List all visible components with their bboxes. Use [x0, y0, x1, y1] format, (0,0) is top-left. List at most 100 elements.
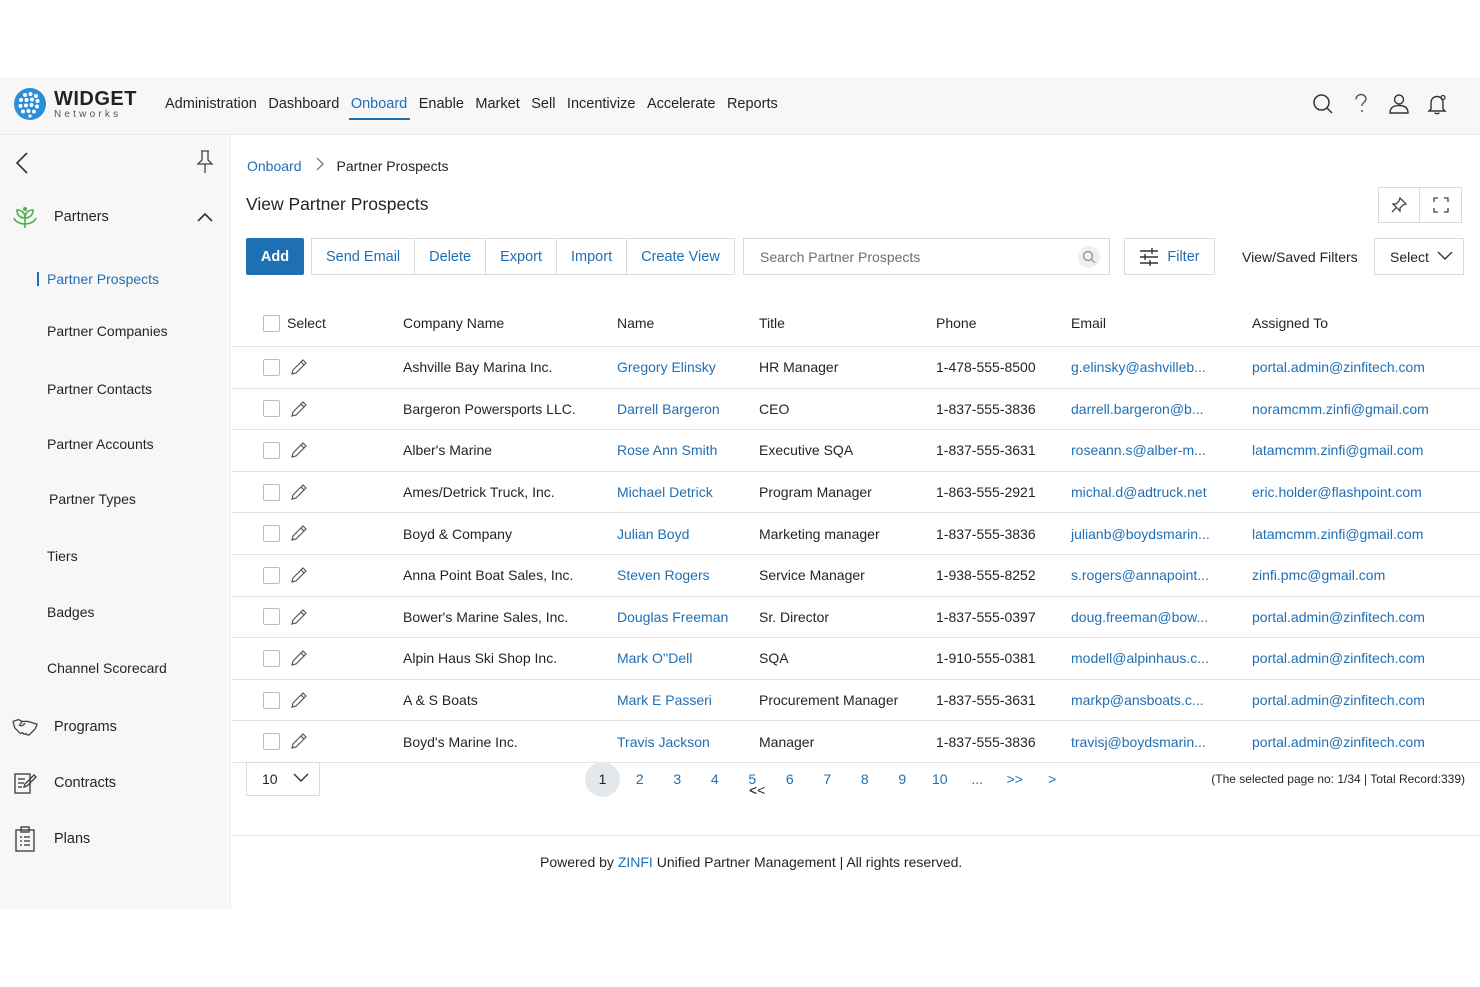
email-link[interactable]: travisj@boydsmarin...	[1071, 734, 1206, 750]
edit-pencil-icon[interactable]	[290, 649, 308, 670]
assigned-to-link[interactable]: latamcmm.zinfi@gmail.com	[1252, 442, 1423, 458]
assigned-to-link[interactable]: portal.admin@zinfitech.com	[1252, 650, 1425, 666]
sidebar-group-contracts[interactable]: Contracts	[12, 770, 116, 796]
fullscreen-button[interactable]	[1420, 187, 1462, 223]
email-link[interactable]: doug.freeman@bow...	[1071, 609, 1208, 625]
contact-name-link[interactable]: Rose Ann Smith	[617, 442, 717, 458]
sidebar-item-partner-contacts[interactable]: Partner Contacts	[47, 381, 152, 397]
header-name[interactable]: Name	[617, 315, 654, 331]
breadcrumb-onboard[interactable]: Onboard	[247, 158, 301, 174]
first-page-link[interactable]: <<	[749, 761, 787, 819]
header-phone[interactable]: Phone	[936, 315, 976, 331]
nav-onboard[interactable]: Onboard	[348, 77, 411, 135]
row-checkbox[interactable]	[263, 483, 280, 501]
row-checkbox[interactable]	[263, 733, 280, 751]
export-button[interactable]: Export	[486, 239, 557, 274]
bell-icon[interactable]	[1424, 91, 1450, 117]
assigned-to-link[interactable]: zinfi.pmc@gmail.com	[1252, 567, 1385, 583]
row-checkbox[interactable]	[263, 691, 280, 709]
edit-pencil-icon[interactable]	[290, 441, 308, 462]
sidebar-item-partner-types[interactable]: Partner Types	[49, 491, 136, 507]
row-checkbox[interactable]	[263, 649, 280, 667]
footer-brand-link[interactable]: ZINFI	[618, 854, 653, 870]
sidebar-item-badges[interactable]: Badges	[47, 604, 94, 620]
sidebar-item-partner-companies[interactable]: Partner Companies	[47, 323, 168, 339]
create-view-button[interactable]: Create View	[627, 239, 734, 274]
header-assigned-to[interactable]: Assigned To	[1252, 315, 1328, 331]
row-checkbox[interactable]	[263, 441, 280, 459]
pin-view-button[interactable]	[1378, 187, 1420, 223]
edit-pencil-icon[interactable]	[290, 483, 308, 504]
sidebar-item-channel-scorecard[interactable]: Channel Scorecard	[47, 660, 167, 676]
row-checkbox[interactable]	[263, 358, 280, 376]
assigned-to-link[interactable]: noramcmm.zinfi@gmail.com	[1252, 401, 1429, 417]
collapse-sidebar-chevron-icon[interactable]	[14, 151, 30, 180]
contact-name-link[interactable]: Mark O''Dell	[617, 650, 692, 666]
help-icon[interactable]	[1348, 91, 1374, 117]
email-link[interactable]: darrell.bargeron@b...	[1071, 401, 1204, 417]
delete-button[interactable]: Delete	[415, 239, 487, 274]
assigned-to-link[interactable]: portal.admin@zinfitech.com	[1252, 359, 1425, 375]
edit-pencil-icon[interactable]	[290, 608, 308, 629]
contact-name-link[interactable]: Travis Jackson	[617, 734, 710, 750]
saved-filters-select[interactable]: Select	[1374, 238, 1464, 275]
email-link[interactable]: julianb@boydsmarin...	[1071, 526, 1210, 542]
sidebar-group-programs[interactable]: Programs	[12, 714, 117, 740]
nav-sell[interactable]: Sell	[531, 77, 555, 135]
search-input[interactable]	[744, 239, 1064, 274]
sidebar-item-tiers[interactable]: Tiers	[47, 548, 78, 564]
add-button[interactable]: Add	[246, 238, 304, 275]
sidebar-item-partner-prospects[interactable]: Partner Prospects	[36, 271, 159, 287]
nav-market[interactable]: Market	[475, 77, 519, 135]
logo[interactable]: WIDGET Networks	[14, 88, 137, 120]
contact-name-link[interactable]: Darrell Bargeron	[617, 401, 720, 417]
page-link-1[interactable]: 1	[585, 761, 620, 797]
email-link[interactable]: roseann.s@alber-m...	[1071, 442, 1206, 458]
edit-pencil-icon[interactable]	[290, 524, 308, 545]
nav-administration[interactable]: Administration	[165, 77, 257, 135]
sidebar-item-partner-accounts[interactable]: Partner Accounts	[47, 436, 154, 452]
pin-icon[interactable]	[195, 149, 215, 180]
assigned-to-link[interactable]: portal.admin@zinfitech.com	[1252, 734, 1425, 750]
per-page-select[interactable]: 10	[246, 762, 320, 796]
page-link-3[interactable]: 3	[659, 771, 697, 787]
search-icon[interactable]	[1310, 91, 1336, 117]
nav-accelerate[interactable]: Accelerate	[647, 77, 716, 135]
edit-pencil-icon[interactable]	[290, 400, 308, 421]
sidebar-group-plans[interactable]: Plans	[12, 826, 90, 852]
assigned-to-link[interactable]: portal.admin@zinfitech.com	[1252, 609, 1425, 625]
contact-name-link[interactable]: Gregory Elinsky	[617, 359, 716, 375]
chevron-up-icon[interactable]	[197, 210, 213, 226]
contact-name-link[interactable]: Michael Detrick	[617, 484, 713, 500]
email-link[interactable]: s.rogers@annapoint...	[1071, 567, 1209, 583]
nav-reports[interactable]: Reports	[727, 77, 778, 135]
filter-button[interactable]: Filter	[1124, 238, 1215, 275]
sidebar-group-partners[interactable]: Partners	[12, 204, 213, 230]
next-page-link[interactable]: >	[1034, 771, 1072, 787]
user-icon[interactable]	[1386, 91, 1412, 117]
email-link[interactable]: michal.d@adtruck.net	[1071, 484, 1207, 500]
page-link-7[interactable]: 7	[809, 771, 847, 787]
select-all-checkbox[interactable]	[263, 314, 280, 332]
page-link-ellipsis[interactable]: ...	[959, 771, 997, 787]
last-page-link[interactable]: >>	[996, 771, 1034, 787]
nav-enable[interactable]: Enable	[419, 77, 464, 135]
email-link[interactable]: markp@ansboats.c...	[1071, 692, 1204, 708]
contact-name-link[interactable]: Julian Boyd	[617, 526, 689, 542]
edit-pencil-icon[interactable]	[290, 566, 308, 587]
contact-name-link[interactable]: Mark E Passeri	[617, 692, 712, 708]
page-link-8[interactable]: 8	[846, 771, 884, 787]
edit-pencil-icon[interactable]	[290, 732, 308, 753]
header-email[interactable]: Email	[1071, 315, 1106, 331]
row-checkbox[interactable]	[263, 608, 280, 626]
import-button[interactable]: Import	[557, 239, 628, 274]
assigned-to-link[interactable]: portal.admin@zinfitech.com	[1252, 692, 1425, 708]
row-checkbox[interactable]	[263, 400, 280, 418]
nav-incentivize[interactable]: Incentivize	[567, 77, 636, 135]
edit-pencil-icon[interactable]	[290, 358, 308, 379]
page-link-2[interactable]: 2	[621, 771, 659, 787]
send-email-button[interactable]: Send Email	[312, 239, 416, 274]
email-link[interactable]: g.elinsky@ashvilleb...	[1071, 359, 1206, 375]
page-link-4[interactable]: 4	[696, 771, 734, 787]
row-checkbox[interactable]	[263, 525, 280, 543]
